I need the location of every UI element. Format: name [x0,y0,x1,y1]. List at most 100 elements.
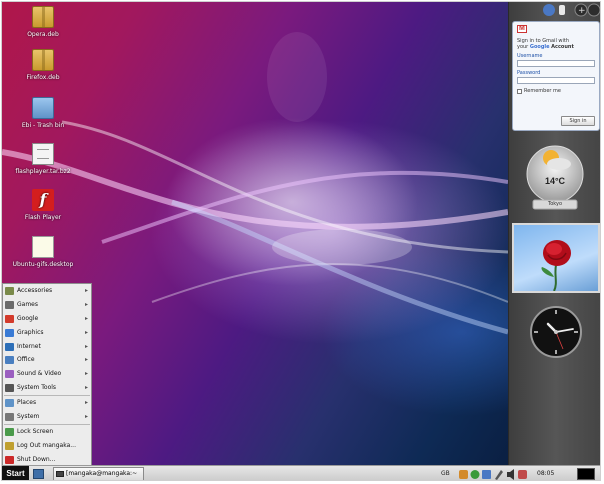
menu-item-internet[interactable]: Internet ▸ [3,340,91,354]
show-desktop-icon[interactable] [33,469,44,479]
submenu-arrow-icon: ▸ [84,342,88,350]
clock-face [530,306,582,358]
desktop-wallpaper[interactable]: Opera.deb Firefox.deb Ebi - Trash bin fl… [2,2,508,465]
menu-item-office[interactable]: Office ▸ [3,353,91,367]
network-icon [470,470,480,479]
menu-item-graphics[interactable]: Graphics ▸ [3,326,91,340]
desktop-icon-flashplayer-archive[interactable]: flashplayer.tar.bz2 [12,143,74,175]
taskbar-window-button[interactable]: [mangaka@mangaka:~ [53,467,144,480]
menu-item-label: Lock Screen [17,427,54,435]
update-icon [482,470,491,479]
submenu-arrow-icon: ▸ [84,328,88,336]
places-icon [5,399,14,408]
menu-item-label: Games [17,300,38,308]
desktop-icon-opera-deb[interactable]: Opera.deb [12,6,74,38]
submenu-arrow-icon: ▸ [84,356,88,364]
menu-item-label: System Tools [17,384,57,392]
gmail-icon [517,25,527,33]
password-input[interactable] [517,77,595,84]
start-button[interactable]: Start [2,466,29,480]
desktop-icon-firefox-deb[interactable]: Firefox.deb [12,49,74,81]
accessories-icon [5,287,14,295]
menu-item-label: Office [17,356,35,364]
menu-group-places: Places ▸ System ▸ [3,396,91,424]
sound-video-icon [5,370,14,379]
menu-group-applications: Accessories ▸ Games ▸ Google ▸ Graphics ▸ Intern… [3,284,91,395]
submenu-arrow-icon: ▸ [84,384,88,392]
lock-icon [5,427,14,436]
menu-item-label: Shut Down... [17,455,56,463]
weather-gadget[interactable]: 14°C Tokyo [515,142,595,212]
submenu-arrow-icon: ▸ [84,370,88,378]
figure-icon [559,5,565,15]
menu-item-games[interactable]: Games ▸ [3,298,91,312]
screen: Opera.deb Firefox.deb Ebi - Trash bin fl… [1,1,601,481]
desktop-icon-flash-player[interactable]: f Flash Player [12,189,74,221]
menu-group-session: Lock Screen Log Out mangaka... Shut Down..… [3,425,91,465]
globe-icon [5,342,14,351]
submenu-arrow-icon: ▸ [84,287,88,294]
menu-item-lock-screen[interactable]: Lock Screen [3,425,91,439]
menu-item-label: Google [17,314,39,322]
desktop-icon-label: Flash Player [24,214,62,221]
terminal-icon [56,471,64,477]
desktop-icon-trash-folder[interactable]: Ebi - Trash bin [12,97,74,129]
remember-me-checkbox[interactable] [517,88,522,94]
menu-item-log-out-mangaka[interactable]: Log Out mangaka... [3,439,91,453]
cloud-icon [547,158,571,170]
google-gadget-icon [543,4,555,16]
start-menu: Accessories ▸ Games ▸ Google ▸ Graphics ▸ Intern… [2,283,92,465]
username-input[interactable] [517,60,595,67]
google-icon [5,314,14,323]
submenu-arrow-icon: ▸ [84,300,88,308]
system-tools-icon [5,384,14,393]
shutdown-icon [5,455,14,464]
menu-item-label: Internet [17,342,41,350]
rose-photo [541,240,571,292]
graphics-icon [5,328,14,337]
system-monitor-icon[interactable] [577,468,595,480]
sidebar-menu-icon [587,3,600,17]
menu-item-accessories[interactable]: Accessories ▸ [3,284,91,298]
menu-item-shut-down[interactable]: Shut Down... [3,453,91,465]
taskbar-window-title: [mangaka@mangaka:~ [66,470,138,477]
desktop-icon-ubuntu-gifs[interactable]: Ubuntu-gifs.desktop [12,236,74,268]
password-label: Password [517,70,541,76]
sidebar-toolbar: + [543,3,600,17]
archive-icon [32,143,54,165]
taskbar: Start [mangaka@mangaka:~ GB 08:05 [2,465,600,480]
launcher-icon [32,236,54,258]
menu-item-label: Log Out mangaka... [17,441,76,449]
menu-item-system[interactable]: System ▸ [3,410,91,424]
system-tray-icons [459,469,527,480]
sign-in-button[interactable]: Sign in [561,116,595,126]
username-label: Username [517,53,543,59]
menu-item-label: Graphics [17,328,44,336]
weather-city: Tokyo [548,201,562,207]
menu-item-places[interactable]: Places ▸ [3,396,91,410]
menu-item-google[interactable]: Google ▸ [3,312,91,326]
submenu-arrow-icon: ▸ [84,413,88,421]
menu-item-label: Sound & Video [17,370,62,378]
folder-icon [32,97,54,119]
menu-item-system-tools[interactable]: System Tools ▸ [3,381,91,395]
games-icon [5,300,14,309]
desktop-icon-label: Firefox.deb [26,74,60,81]
flash-icon: f [32,189,54,211]
menu-item-label: Places [17,399,37,407]
analog-clock-gadget[interactable] [529,305,583,359]
gadget-sidebar: + Sign in to Gmail with your Google Acco… [508,2,600,465]
menu-item-label: System [17,413,40,421]
keyboard-layout-indicator[interactable]: GB [441,466,450,477]
gmail-gadget: Sign in to Gmail with your Google Accoun… [512,21,600,131]
system-icon [5,413,14,422]
menu-item-sound-video[interactable]: Sound & Video ▸ [3,367,91,381]
slideshow-gadget[interactable] [512,223,600,293]
taskbar-clock[interactable]: 08:05 [537,466,554,480]
desktop-icon-label: Opera.deb [27,31,59,38]
menu-item-label: Accessories [17,287,53,294]
character-icon [518,470,527,479]
volume-icon [507,469,514,480]
submenu-arrow-icon: ▸ [84,399,88,407]
svg-text:+: + [578,6,586,16]
